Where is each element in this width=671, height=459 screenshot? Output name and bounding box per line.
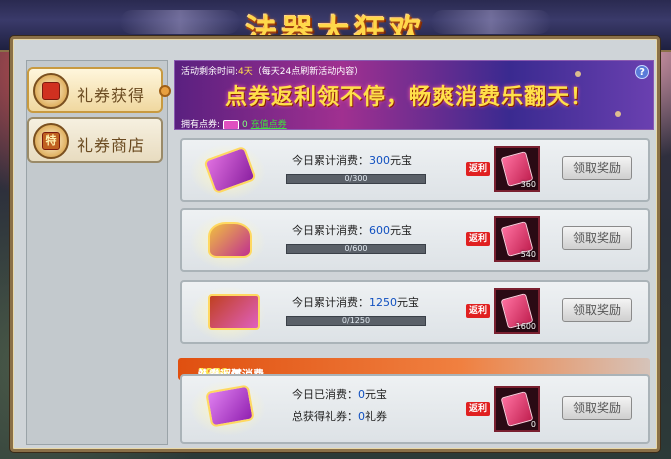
coupon-icon <box>223 119 240 129</box>
sidebar: 礼券获得 特 礼券商店 <box>26 60 171 445</box>
sidebar-item-coupon-earn[interactable]: 礼券获得 <box>27 67 171 113</box>
spend-label: 今日累计消费：1250元宝 <box>292 296 419 309</box>
recharge-link[interactable]: 充值点券 <box>251 120 287 129</box>
reward-slot[interactable]: 1600 <box>494 288 540 334</box>
reward-tier-row: 今日累计消费：600元宝 0/600 返利 540 领取奖励 <box>180 208 650 272</box>
content-panel: 活动剩余时间:4天（每天24点刷新活动内容） 点券返利领不停，畅爽消费乐翻天！ … <box>174 60 654 445</box>
sidebar-item-coupon-shop[interactable]: 特 礼券商店 <box>27 117 163 163</box>
spend-label: 今日累计消费：300元宝 <box>292 154 412 167</box>
progress-bar: 0/300 <box>286 174 426 184</box>
special-reward-row: 今日已消费：0元宝 总获得礼券：0礼券 返利 0 领取奖励 <box>180 374 650 444</box>
special-tag-icon: 特 <box>33 123 69 159</box>
rebate-badge: 返利 <box>466 162 490 176</box>
reward-tier-row: 今日累计消费：300元宝 0/300 返利 360 领取奖励 <box>180 138 650 202</box>
active-indicator-icon <box>159 85 171 97</box>
promo-headline: 点券返利领不停，畅爽消费乐翻天！ <box>225 84 594 110</box>
claim-reward-button[interactable]: 领取奖励 <box>562 226 632 250</box>
reward-slot[interactable]: 540 <box>494 216 540 262</box>
countdown-text: 活动剩余时间:4天（每天24点刷新活动内容） <box>181 67 364 77</box>
rebate-badge: 返利 <box>466 232 490 246</box>
total-coupons-label: 总获得礼券：0礼券 <box>292 410 387 423</box>
reward-slot[interactable]: 0 <box>494 386 540 432</box>
claim-reward-button[interactable]: 领取奖励 <box>562 156 632 180</box>
spent-today-label: 今日已消费：0元宝 <box>292 388 387 401</box>
claim-reward-button[interactable]: 领取奖励 <box>562 396 632 420</box>
treasure-chest-icon <box>208 294 260 330</box>
gold-bag-icon <box>208 222 252 258</box>
rebate-badge: 返利 <box>466 402 490 416</box>
sidebar-item-label: 礼券获得 <box>77 86 146 105</box>
sidebar-item-label: 礼券商店 <box>77 136 146 155</box>
progress-bar: 0/1250 <box>286 316 426 326</box>
claim-reward-button[interactable]: 领取奖励 <box>562 298 632 322</box>
gift-icon <box>33 73 69 109</box>
coupon-icon <box>500 391 534 427</box>
coupon-stack-icon <box>205 384 255 428</box>
spend-label: 今日累计消费：600元宝 <box>292 224 412 237</box>
rebate-badge: 返利 <box>466 304 490 318</box>
promo-banner: 活动剩余时间:4天（每天24点刷新活动内容） 点券返利领不停，畅爽消费乐翻天！ … <box>174 60 654 130</box>
help-icon[interactable]: ? <box>635 65 649 79</box>
reward-slot[interactable]: 360 <box>494 146 540 192</box>
reward-tier-row: 今日累计消费：1250元宝 0/1250 返利 1600 领取奖励 <box>180 280 650 344</box>
owned-coupons: 拥有点券: 0 充值点券 <box>181 119 287 130</box>
progress-bar: 0/600 <box>286 244 426 254</box>
